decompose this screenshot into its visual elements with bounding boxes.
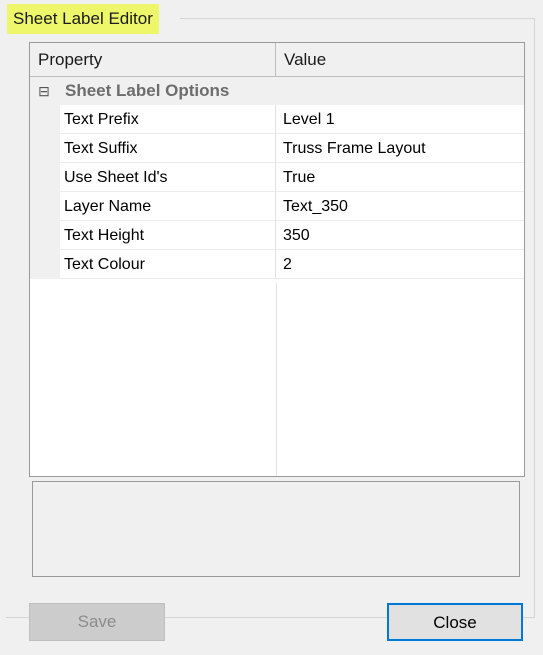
property-value[interactable]: True [276,163,524,192]
property-row-use-sheet-ids[interactable]: Use Sheet Id's True [30,163,524,192]
collapse-icon[interactable]: ⊟ [35,77,53,105]
category-label: Sheet Label Options [65,81,230,100]
row-gutter [30,105,60,134]
row-gutter [30,221,60,250]
row-gutter [30,134,60,163]
grid-header: Property Value [30,43,524,77]
category-row-sheet-label-options[interactable]: ⊟ Sheet Label Options [30,77,524,105]
property-name[interactable]: Use Sheet Id's [60,163,276,192]
row-gutter [30,163,60,192]
property-row-text-prefix[interactable]: Text Prefix Level 1 [30,105,524,134]
column-divider [276,283,277,476]
property-name[interactable]: Text Suffix [60,134,276,163]
property-value[interactable]: 2 [276,250,524,279]
property-value[interactable]: 350 [276,221,524,250]
dialog-title: Sheet Label Editor [7,4,159,34]
property-name[interactable]: Text Prefix [60,105,276,134]
row-gutter [30,192,60,221]
property-row-text-height[interactable]: Text Height 350 [30,221,524,250]
column-header-value[interactable]: Value [276,43,524,76]
property-value[interactable]: Truss Frame Layout [276,134,524,163]
property-row-layer-name[interactable]: Layer Name Text_350 [30,192,524,221]
sheet-label-editor-dialog: Sheet Label Editor Property Value ⊟ Shee… [0,0,543,655]
row-gutter [30,250,60,279]
column-header-property[interactable]: Property [30,43,276,76]
group-box-top-border [180,18,535,19]
grid-empty-area [30,283,60,476]
property-value[interactable]: Text_350 [276,192,524,221]
description-panel [32,481,520,577]
save-button[interactable]: Save [29,603,165,641]
property-name[interactable]: Text Height [60,221,276,250]
close-button[interactable]: Close [387,603,523,641]
property-row-text-colour[interactable]: Text Colour 2 [30,250,524,279]
property-name[interactable]: Layer Name [60,192,276,221]
property-row-text-suffix[interactable]: Text Suffix Truss Frame Layout [30,134,524,163]
property-grid[interactable]: Property Value ⊟ Sheet Label Options Tex… [29,42,525,477]
property-name[interactable]: Text Colour [60,250,276,279]
property-value[interactable]: Level 1 [276,105,524,134]
